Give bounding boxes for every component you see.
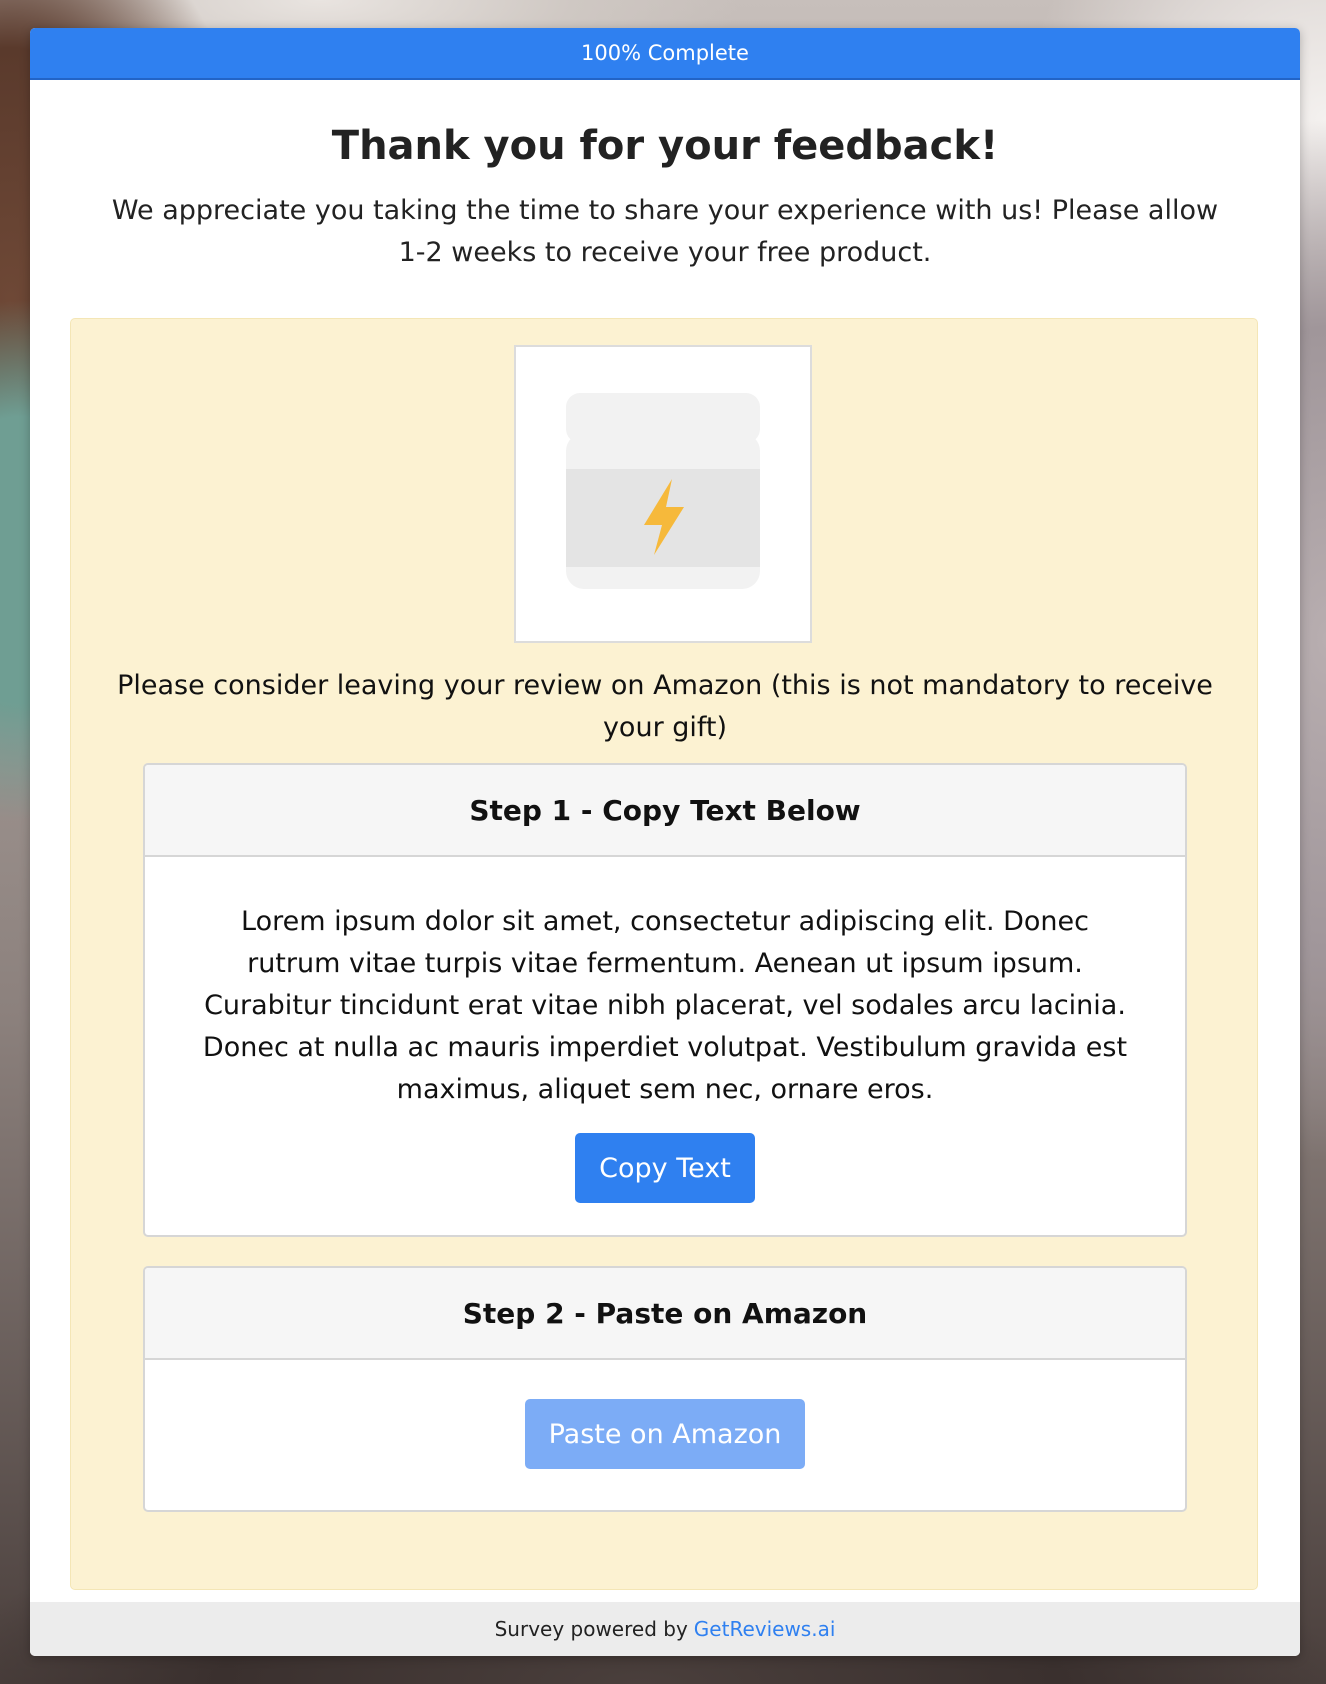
step-1-card: Step 1 - Copy Text Below Lorem ipsum dol… xyxy=(143,763,1187,1237)
thank-you-message: We appreciate you taking the time to sha… xyxy=(111,195,1219,268)
review-offer-panel: Please consider leaving your review on A… xyxy=(70,318,1258,1590)
page-title: Thank you for your feedback! xyxy=(331,123,999,169)
step-2-heading: Step 2 - Paste on Amazon xyxy=(145,1268,1185,1360)
getreviews-link[interactable]: GetReviews.ai xyxy=(694,1617,836,1641)
footer-text: Survey powered by xyxy=(494,1617,688,1641)
footer: Survey powered by GetReviews.ai xyxy=(30,1602,1300,1656)
survey-card: 100% Complete Thank you for your feedbac… xyxy=(30,28,1300,1656)
review-text: Lorem ipsum dolor sit amet, consectetur … xyxy=(202,906,1128,1105)
product-image xyxy=(514,345,812,643)
progress-label: 100% Complete xyxy=(581,41,749,65)
supplement-jar-lightning-icon xyxy=(566,393,760,589)
progress-bar: 100% Complete xyxy=(30,28,1300,80)
review-invitation-text: Please consider leaving your review on A… xyxy=(117,670,1213,743)
step-2-card: Step 2 - Paste on Amazon Paste on Amazon xyxy=(143,1266,1187,1512)
paste-on-amazon-button[interactable]: Paste on Amazon xyxy=(525,1399,805,1469)
copy-text-button[interactable]: Copy Text xyxy=(575,1133,755,1203)
step-1-heading: Step 1 - Copy Text Below xyxy=(145,765,1185,857)
